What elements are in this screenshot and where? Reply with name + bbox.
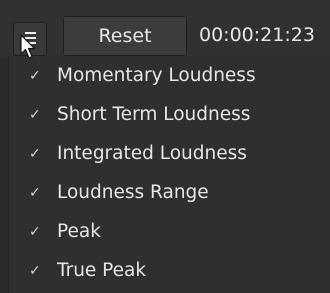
menu-item-true-peak[interactable]: ✓ True Peak	[9, 253, 330, 289]
check-icon: ✓	[29, 68, 41, 84]
mouse-pointer-icon	[20, 34, 36, 59]
menu-item-label: Short Term Loudness	[57, 104, 251, 125]
menu-item-label: True Peak	[57, 260, 147, 281]
check-icon: ✓	[29, 263, 41, 279]
menu-item-peak[interactable]: ✓ Peak	[9, 214, 330, 250]
check-icon: ✓	[29, 185, 41, 201]
menu-item-label: Loudness Range	[57, 182, 209, 203]
menu-item-label: Integrated Loudness	[57, 143, 247, 164]
check-icon: ✓	[29, 107, 41, 123]
toolbar: Reset 00:00:21:23	[0, 0, 330, 58]
menu-item-integrated-loudness[interactable]: ✓ Integrated Loudness	[9, 136, 330, 172]
menu-item-label: Momentary Loudness	[57, 65, 256, 86]
menu-item-momentary-loudness[interactable]: ✓ Momentary Loudness	[9, 58, 330, 94]
dropdown-menu: ✓ Momentary Loudness ✓ Short Term Loudne…	[8, 56, 330, 293]
menu-item-loudness-range[interactable]: ✓ Loudness Range	[9, 175, 330, 211]
check-icon: ✓	[29, 146, 41, 162]
check-icon: ✓	[29, 224, 41, 240]
menu-item-short-term-loudness[interactable]: ✓ Short Term Loudness	[9, 97, 330, 133]
timecode-display: 00:00:21:23	[199, 24, 315, 46]
menu-item-label: Peak	[57, 221, 101, 242]
reset-button[interactable]: Reset	[63, 16, 187, 56]
